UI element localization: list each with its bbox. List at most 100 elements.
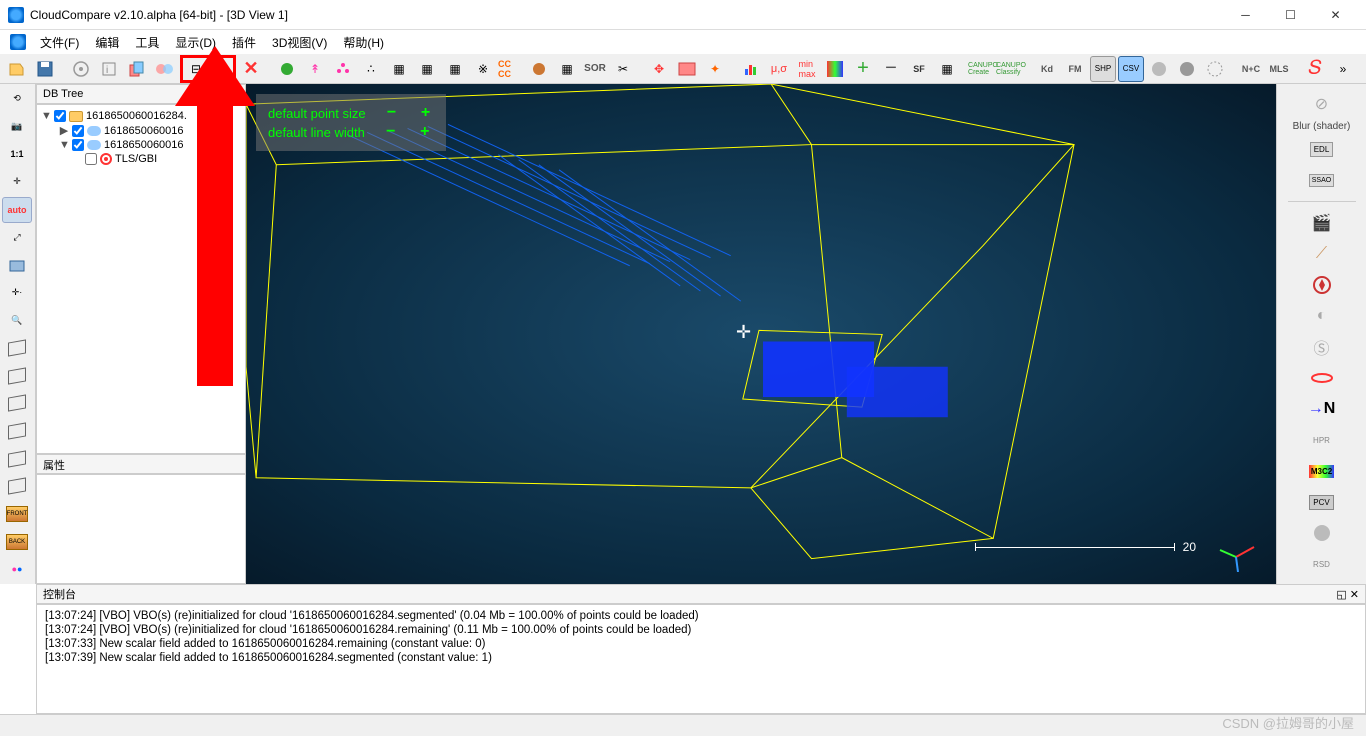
iso1-view-icon[interactable] bbox=[2, 335, 32, 361]
cc-icon[interactable]: CC CC bbox=[498, 56, 524, 82]
tree-expand-icon[interactable]: ▼ bbox=[59, 139, 69, 151]
menu-file[interactable]: 文件(F) bbox=[32, 32, 87, 53]
pick-rotation-center-icon[interactable] bbox=[68, 56, 94, 82]
point-list-icon[interactable]: ✦ bbox=[702, 56, 728, 82]
menu-display[interactable]: 显示(D) bbox=[167, 32, 224, 53]
shp-icon[interactable]: SHP bbox=[1090, 56, 1116, 82]
octree-icon[interactable] bbox=[330, 56, 356, 82]
ortho-icon[interactable] bbox=[2, 252, 32, 278]
ellipse-icon[interactable] bbox=[1307, 364, 1337, 391]
scissors-icon[interactable] bbox=[674, 56, 700, 82]
sf-circle-icon[interactable]: Ⓢ bbox=[1307, 333, 1337, 360]
edl-button[interactable]: EDL bbox=[1307, 136, 1337, 163]
clone-icon[interactable] bbox=[124, 56, 150, 82]
tree-expand-icon[interactable]: ▼ bbox=[41, 110, 51, 122]
sphere-gray-icon[interactable] bbox=[1307, 520, 1337, 547]
tree-row-root[interactable]: ▼ 1618650060016284. bbox=[41, 109, 241, 123]
shield-icon[interactable]: ◐ bbox=[1307, 302, 1337, 329]
delete-sf2-icon[interactable]: − bbox=[878, 56, 904, 82]
console-body[interactable]: [13:07:24] [VBO] VBO(s) (re)initialized … bbox=[36, 604, 1366, 714]
increase-point-size-button[interactable]: + bbox=[418, 105, 434, 121]
filter-sf-icon[interactable]: ▦ bbox=[414, 56, 440, 82]
minimize-button[interactable]: ─ bbox=[1223, 0, 1268, 30]
csv-icon[interactable]: CSV bbox=[1118, 56, 1144, 82]
open-icon[interactable] bbox=[4, 56, 30, 82]
3d-viewport[interactable]: ✛ default point size − + default line wi… bbox=[246, 84, 1276, 584]
color-icon[interactable] bbox=[274, 56, 300, 82]
normals-icon[interactable]: ↟ bbox=[302, 56, 328, 82]
sor-icon[interactable]: SOR bbox=[582, 56, 608, 82]
more-icon[interactable]: » bbox=[1330, 56, 1356, 82]
save-icon[interactable] bbox=[32, 56, 58, 82]
console-float-icon[interactable]: ◱ bbox=[1336, 588, 1346, 601]
histogram-icon[interactable] bbox=[738, 56, 764, 82]
right-view-icon[interactable] bbox=[2, 473, 32, 499]
pcv-button[interactable]: PCV bbox=[1307, 489, 1337, 516]
decrease-point-size-button[interactable]: − bbox=[384, 105, 400, 121]
magnify-icon[interactable]: 🔍 bbox=[2, 308, 32, 334]
rsd-button[interactable]: RSD bbox=[1307, 551, 1337, 578]
front-view-button[interactable]: FRONT bbox=[2, 501, 32, 527]
close-button[interactable]: ✕ bbox=[1313, 0, 1358, 30]
bottom-view-icon[interactable] bbox=[2, 418, 32, 444]
db-tree-body[interactable]: ▼ 1618650060016284. ▶ 1618650060016 ▼ 16… bbox=[36, 104, 246, 454]
properties-body[interactable] bbox=[36, 474, 246, 584]
fit-icon[interactable] bbox=[526, 56, 552, 82]
tree-checkbox[interactable] bbox=[54, 110, 66, 122]
kd-icon[interactable]: Kd bbox=[1034, 56, 1060, 82]
zoom-auto-button[interactable]: auto bbox=[2, 197, 32, 223]
mls-icon[interactable]: MLS bbox=[1266, 56, 1292, 82]
sf-icon[interactable]: SF bbox=[906, 56, 932, 82]
blur-shader-icon[interactable]: ⊘ bbox=[1307, 90, 1337, 117]
maximize-button[interactable]: ☐ bbox=[1268, 0, 1313, 30]
sf-arithmetic-icon[interactable]: minmax bbox=[794, 56, 820, 82]
subsample-icon[interactable]: ⊟ bbox=[185, 59, 207, 79]
curve-icon[interactable]: 𝑆 bbox=[1302, 56, 1328, 82]
sphere3-icon[interactable] bbox=[1202, 56, 1228, 82]
sphere2-icon[interactable] bbox=[1174, 56, 1200, 82]
iso2-view-icon[interactable] bbox=[2, 363, 32, 389]
add-sf-icon[interactable]: + bbox=[850, 56, 876, 82]
label-connected-icon[interactable]: ▦ bbox=[442, 56, 468, 82]
sample-points-icon[interactable]: ∴ bbox=[358, 56, 384, 82]
crop-icon[interactable]: ✂ bbox=[610, 56, 636, 82]
canupo-classify-icon[interactable]: CANUPOClassify bbox=[998, 56, 1024, 82]
increase-line-width-button[interactable]: + bbox=[417, 124, 433, 140]
merge-icon[interactable] bbox=[152, 56, 178, 82]
align-icon[interactable]: ▣ bbox=[209, 59, 231, 79]
info-icon[interactable]: i bbox=[96, 56, 122, 82]
nc-icon[interactable]: N+C bbox=[1238, 56, 1264, 82]
delete-icon[interactable]: ✕ bbox=[238, 56, 264, 82]
north-icon[interactable]: →N bbox=[1307, 396, 1337, 423]
stat-test-icon[interactable]: μ,σ bbox=[766, 56, 792, 82]
canupo-train-icon[interactable]: CANUPOCreate bbox=[970, 56, 996, 82]
menu-plugins[interactable]: 插件 bbox=[224, 32, 264, 53]
back-view-button[interactable]: BACK bbox=[2, 529, 32, 555]
fm-icon[interactable]: FM bbox=[1062, 56, 1088, 82]
top-view-icon[interactable] bbox=[2, 391, 32, 417]
ssao-button[interactable]: SSAO bbox=[1307, 167, 1337, 194]
decrease-line-width-button[interactable]: − bbox=[383, 124, 399, 140]
menu-3dview[interactable]: 3D视图(V) bbox=[264, 32, 335, 53]
left-view-icon[interactable] bbox=[2, 446, 32, 472]
delete-sf-icon[interactable]: ▦ bbox=[386, 56, 412, 82]
rotation-center-icon[interactable]: ✛· bbox=[2, 280, 32, 306]
m3c2-button[interactable]: M3C2 bbox=[1307, 458, 1337, 485]
tree-row-child3[interactable]: TLS/GBI bbox=[41, 152, 241, 166]
clapper-icon[interactable]: 🎬 bbox=[1307, 209, 1337, 236]
tree-expand-icon[interactable]: ▶ bbox=[59, 124, 69, 137]
menu-help[interactable]: 帮助(H) bbox=[335, 32, 392, 53]
flickr-icon[interactable]: ●● bbox=[2, 556, 32, 582]
global-zoom-icon[interactable]: ⤢ bbox=[2, 225, 32, 251]
register-icon[interactable]: ▦ bbox=[554, 56, 580, 82]
broom-icon[interactable]: ⟋ bbox=[1307, 240, 1337, 267]
pick-center-icon[interactable]: ✛ bbox=[2, 169, 32, 195]
segment-icon[interactable]: ※ bbox=[470, 56, 496, 82]
zoom-1-1-button[interactable]: 1:1 bbox=[2, 141, 32, 167]
compass-icon[interactable] bbox=[1307, 271, 1337, 298]
tree-checkbox[interactable] bbox=[72, 125, 84, 137]
level-icon[interactable]: ⟲ bbox=[2, 86, 32, 112]
tree-checkbox[interactable] bbox=[72, 139, 84, 151]
camera-icon[interactable]: 📷 bbox=[2, 114, 32, 140]
menu-tools[interactable]: 工具 bbox=[127, 32, 167, 53]
